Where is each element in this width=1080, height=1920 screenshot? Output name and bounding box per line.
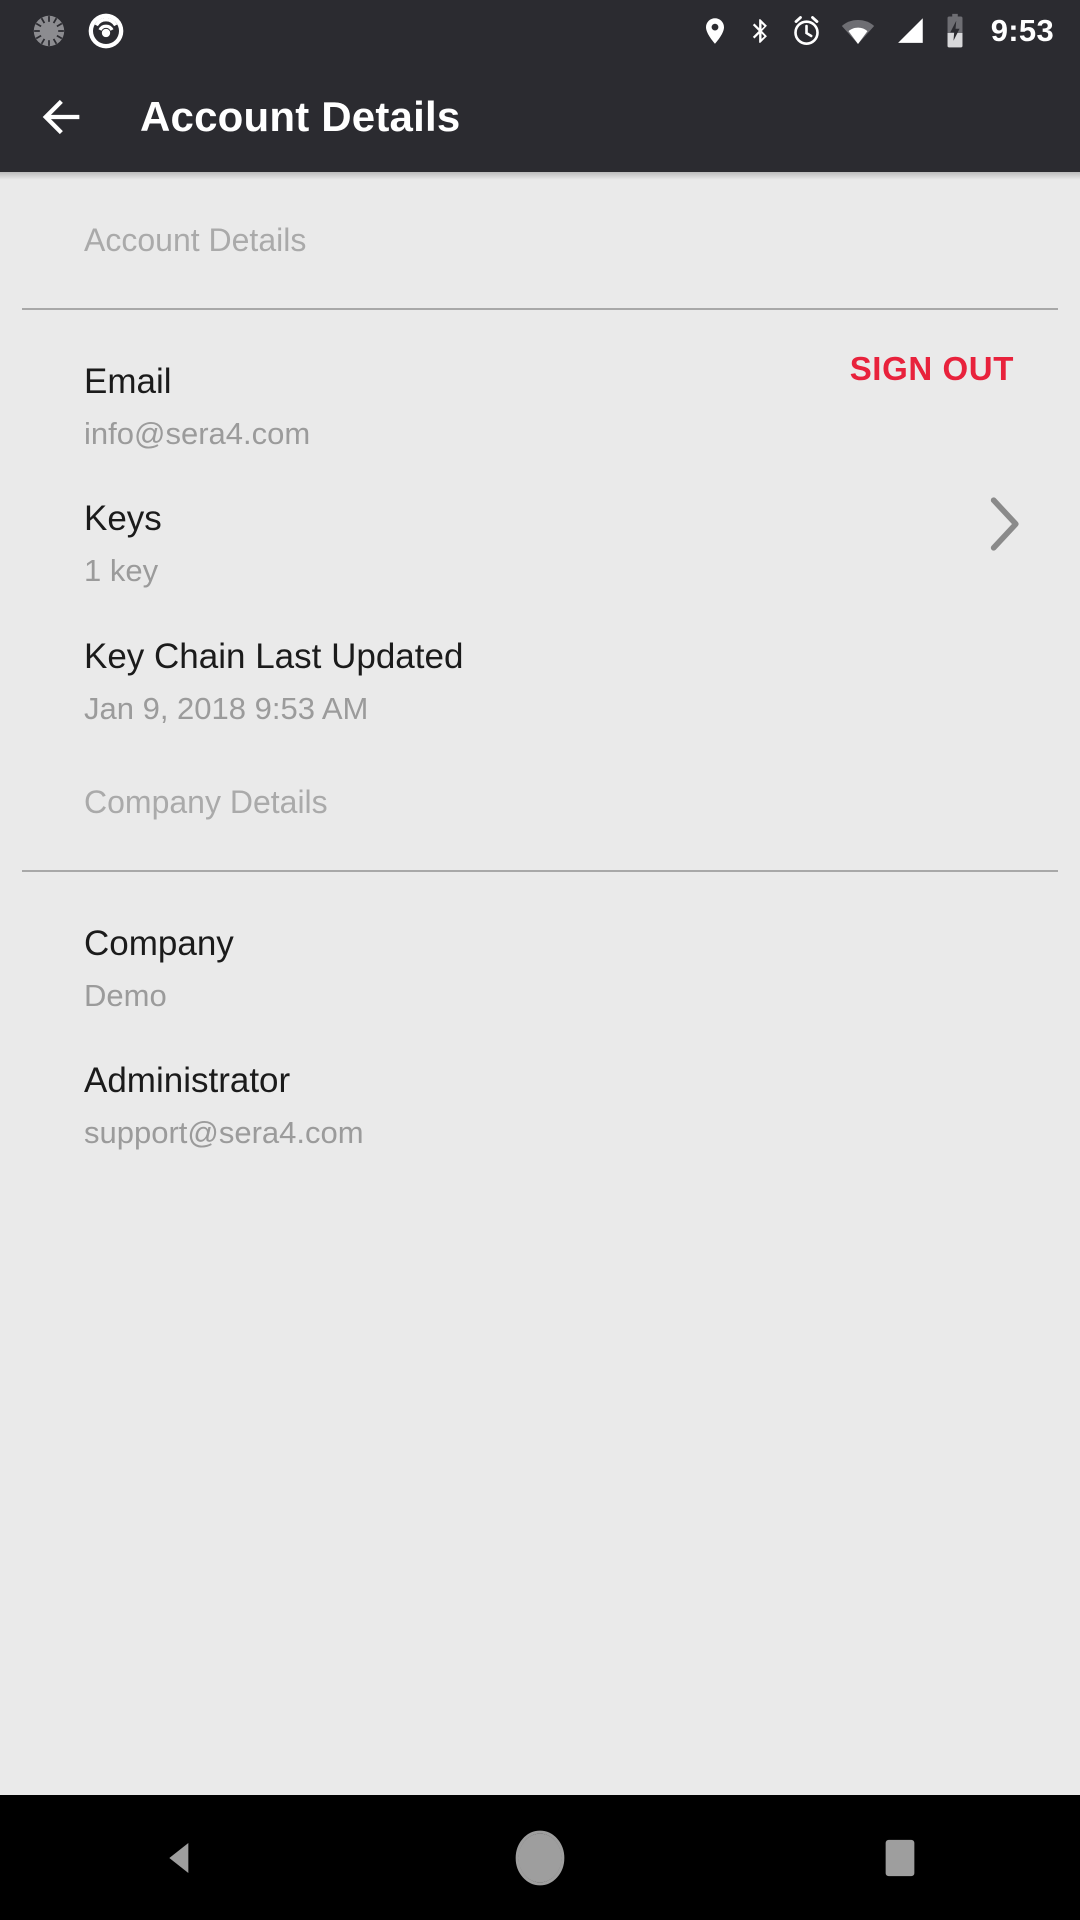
bluetooth-icon bbox=[752, 19, 767, 43]
app-bar: Account Details bbox=[0, 62, 1080, 172]
location-pin-icon bbox=[705, 18, 724, 44]
row-value-email: info@sera4.com bbox=[84, 416, 311, 451]
arrow-left-icon bbox=[42, 99, 80, 135]
sign-out-button[interactable]: SIGN OUT bbox=[850, 350, 1014, 388]
recents-square-icon bbox=[885, 1839, 915, 1876]
nav-home-button[interactable] bbox=[440, 1795, 640, 1920]
row-label-administrator: Administrator bbox=[84, 1061, 291, 1100]
row-keys[interactable]: Keys 1 key bbox=[0, 449, 1080, 586]
beacon-sensor-icon bbox=[88, 13, 124, 49]
battery-charging-icon bbox=[947, 13, 963, 48]
row-value-keys: 1 key bbox=[84, 553, 159, 588]
alarm-clock-icon bbox=[793, 16, 819, 45]
nav-recents-button[interactable] bbox=[800, 1795, 1000, 1920]
row-email: Email info@sera4.com SIGN OUT bbox=[0, 310, 1080, 449]
wifi-icon bbox=[841, 19, 874, 45]
account-details-content: Account Details Email info@sera4.com SIG… bbox=[0, 172, 1080, 1795]
home-circle-icon bbox=[515, 1830, 565, 1885]
notification-icons bbox=[30, 11, 126, 51]
phone-screen: 9:53 Account Details Account Details Ema… bbox=[0, 0, 1080, 1920]
row-administrator: Administrator support@sera4.com bbox=[0, 1011, 1080, 1148]
section-header-company-details: Company Details bbox=[84, 784, 328, 820]
status-bar-clock: 9:53 bbox=[990, 13, 1054, 48]
row-company: Company Demo bbox=[0, 872, 1080, 1011]
row-label-company: Company bbox=[84, 924, 234, 963]
row-label-key-chain-last-updated: Key Chain Last Updated bbox=[84, 637, 464, 676]
back-triangle-icon bbox=[169, 1842, 189, 1873]
status-bar: 9:53 bbox=[0, 0, 1080, 62]
section-company-details: Company Details Company Demo Administrat… bbox=[0, 724, 1080, 1148]
sync-spinner-icon bbox=[33, 15, 65, 47]
system-status-icons: 9:53 bbox=[700, 13, 1054, 49]
cellular-signal-icon bbox=[897, 18, 923, 43]
row-value-key-chain-last-updated: Jan 9, 2018 9:53 AM bbox=[84, 691, 369, 726]
row-key-chain-last-updated: Key Chain Last Updated Jan 9, 2018 9:53 … bbox=[0, 586, 1080, 724]
android-navigation-bar bbox=[0, 1795, 1080, 1920]
section-header-account-details: Account Details bbox=[84, 222, 307, 258]
section-account-details: Account Details Email info@sera4.com SIG… bbox=[0, 172, 1080, 724]
page-title: Account Details bbox=[140, 93, 461, 140]
row-value-administrator: support@sera4.com bbox=[84, 1115, 364, 1150]
back-button[interactable] bbox=[14, 62, 110, 172]
app-bar-shadow bbox=[0, 172, 1080, 180]
nav-back-button[interactable] bbox=[80, 1795, 280, 1920]
row-value-company: Demo bbox=[84, 978, 167, 1013]
chevron-right-icon[interactable] bbox=[988, 497, 1022, 551]
row-label-keys: Keys bbox=[84, 499, 162, 538]
